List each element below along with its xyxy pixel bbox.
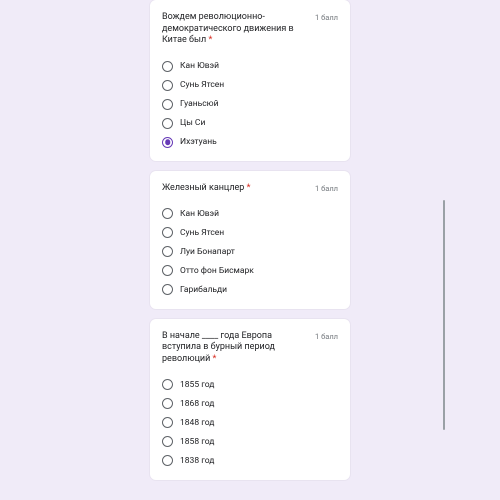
- option-label: 1855 год: [180, 380, 214, 390]
- option-label: Гарибальди: [180, 285, 227, 295]
- options-list: 1855 год 1868 год 1848 год 1858 год 1838…: [162, 376, 338, 470]
- radio-option[interactable]: Кан Ювэй: [162, 57, 338, 75]
- question-text: Вождем революционно-демократического дви…: [162, 12, 294, 45]
- option-label: 1858 год: [180, 437, 214, 447]
- option-label: Цы Си: [180, 118, 205, 128]
- radio-icon: [162, 265, 173, 276]
- scrollbar-thumb[interactable]: [443, 200, 445, 430]
- required-mark: *: [213, 354, 217, 364]
- question-card: Железный канцлер * 1 балл Кан Ювэй Сунь …: [150, 171, 350, 309]
- radio-icon: [162, 417, 173, 428]
- radio-icon: [162, 137, 173, 148]
- options-list: Кан Ювэй Сунь Ятсен Луи Бонапарт Отто фо…: [162, 205, 338, 299]
- question-title: В начале ____ года Европа вступила в бур…: [162, 331, 307, 366]
- radio-option[interactable]: 1838 год: [162, 452, 338, 470]
- radio-option[interactable]: Гуаньсюй: [162, 95, 338, 113]
- radio-option[interactable]: Цы Си: [162, 114, 338, 132]
- question-points: 1 балл: [315, 12, 338, 22]
- radio-icon: [162, 99, 173, 110]
- radio-option[interactable]: 1858 год: [162, 433, 338, 451]
- radio-icon: [162, 61, 173, 72]
- radio-icon: [162, 379, 173, 390]
- option-label: 1868 год: [180, 399, 214, 409]
- option-label: Сунь Ятсен: [180, 80, 224, 90]
- option-label: Кан Ювэй: [180, 61, 219, 71]
- radio-icon: [162, 284, 173, 295]
- radio-icon: [162, 208, 173, 219]
- radio-option[interactable]: 1848 год: [162, 414, 338, 432]
- radio-icon: [162, 227, 173, 238]
- option-label: Гуаньсюй: [180, 99, 219, 109]
- options-list: Кан Ювэй Сунь Ятсен Гуаньсюй Цы Си Ихэту…: [162, 57, 338, 151]
- option-label: Кан Ювэй: [180, 209, 219, 219]
- question-points: 1 балл: [315, 183, 338, 193]
- radio-option[interactable]: 1868 год: [162, 395, 338, 413]
- question-text: Железный канцлер: [162, 183, 244, 193]
- question-header: Вождем революционно-демократического дви…: [162, 12, 338, 47]
- question-title: Железный канцлер *: [162, 183, 307, 195]
- radio-option[interactable]: 1855 год: [162, 376, 338, 394]
- radio-option[interactable]: Луи Бонапарт: [162, 243, 338, 261]
- question-points: 1 балл: [315, 331, 338, 341]
- option-label: Отто фон Бисмарк: [180, 266, 254, 276]
- radio-option[interactable]: Отто фон Бисмарк: [162, 262, 338, 280]
- radio-icon: [162, 118, 173, 129]
- required-mark: *: [208, 35, 212, 45]
- question-card: В начале ____ года Европа вступила в бур…: [150, 319, 350, 480]
- required-mark: *: [247, 183, 251, 193]
- radio-icon: [162, 455, 173, 466]
- radio-icon: [162, 398, 173, 409]
- option-label: Луи Бонапарт: [180, 247, 235, 257]
- question-card: Вождем революционно-демократического дви…: [150, 0, 350, 161]
- option-label: Сунь Ятсен: [180, 228, 224, 238]
- question-header: Железный канцлер * 1 балл: [162, 183, 338, 195]
- radio-icon: [162, 80, 173, 91]
- question-text: В начале ____ года Европа вступила в бур…: [162, 331, 275, 364]
- radio-option[interactable]: Кан Ювэй: [162, 205, 338, 223]
- option-label: 1848 год: [180, 418, 214, 428]
- radio-icon: [162, 436, 173, 447]
- radio-option[interactable]: Ихэтуань: [162, 133, 338, 151]
- option-label: Ихэтуань: [180, 137, 217, 147]
- radio-option[interactable]: Сунь Ятсен: [162, 76, 338, 94]
- question-header: В начале ____ года Европа вступила в бур…: [162, 331, 338, 366]
- form-column: Вождем революционно-демократического дви…: [150, 0, 350, 500]
- question-title: Вождем революционно-демократического дви…: [162, 12, 307, 47]
- radio-icon: [162, 246, 173, 257]
- option-label: 1838 год: [180, 456, 214, 466]
- radio-option[interactable]: Сунь Ятсен: [162, 224, 338, 242]
- radio-option[interactable]: Гарибальди: [162, 281, 338, 299]
